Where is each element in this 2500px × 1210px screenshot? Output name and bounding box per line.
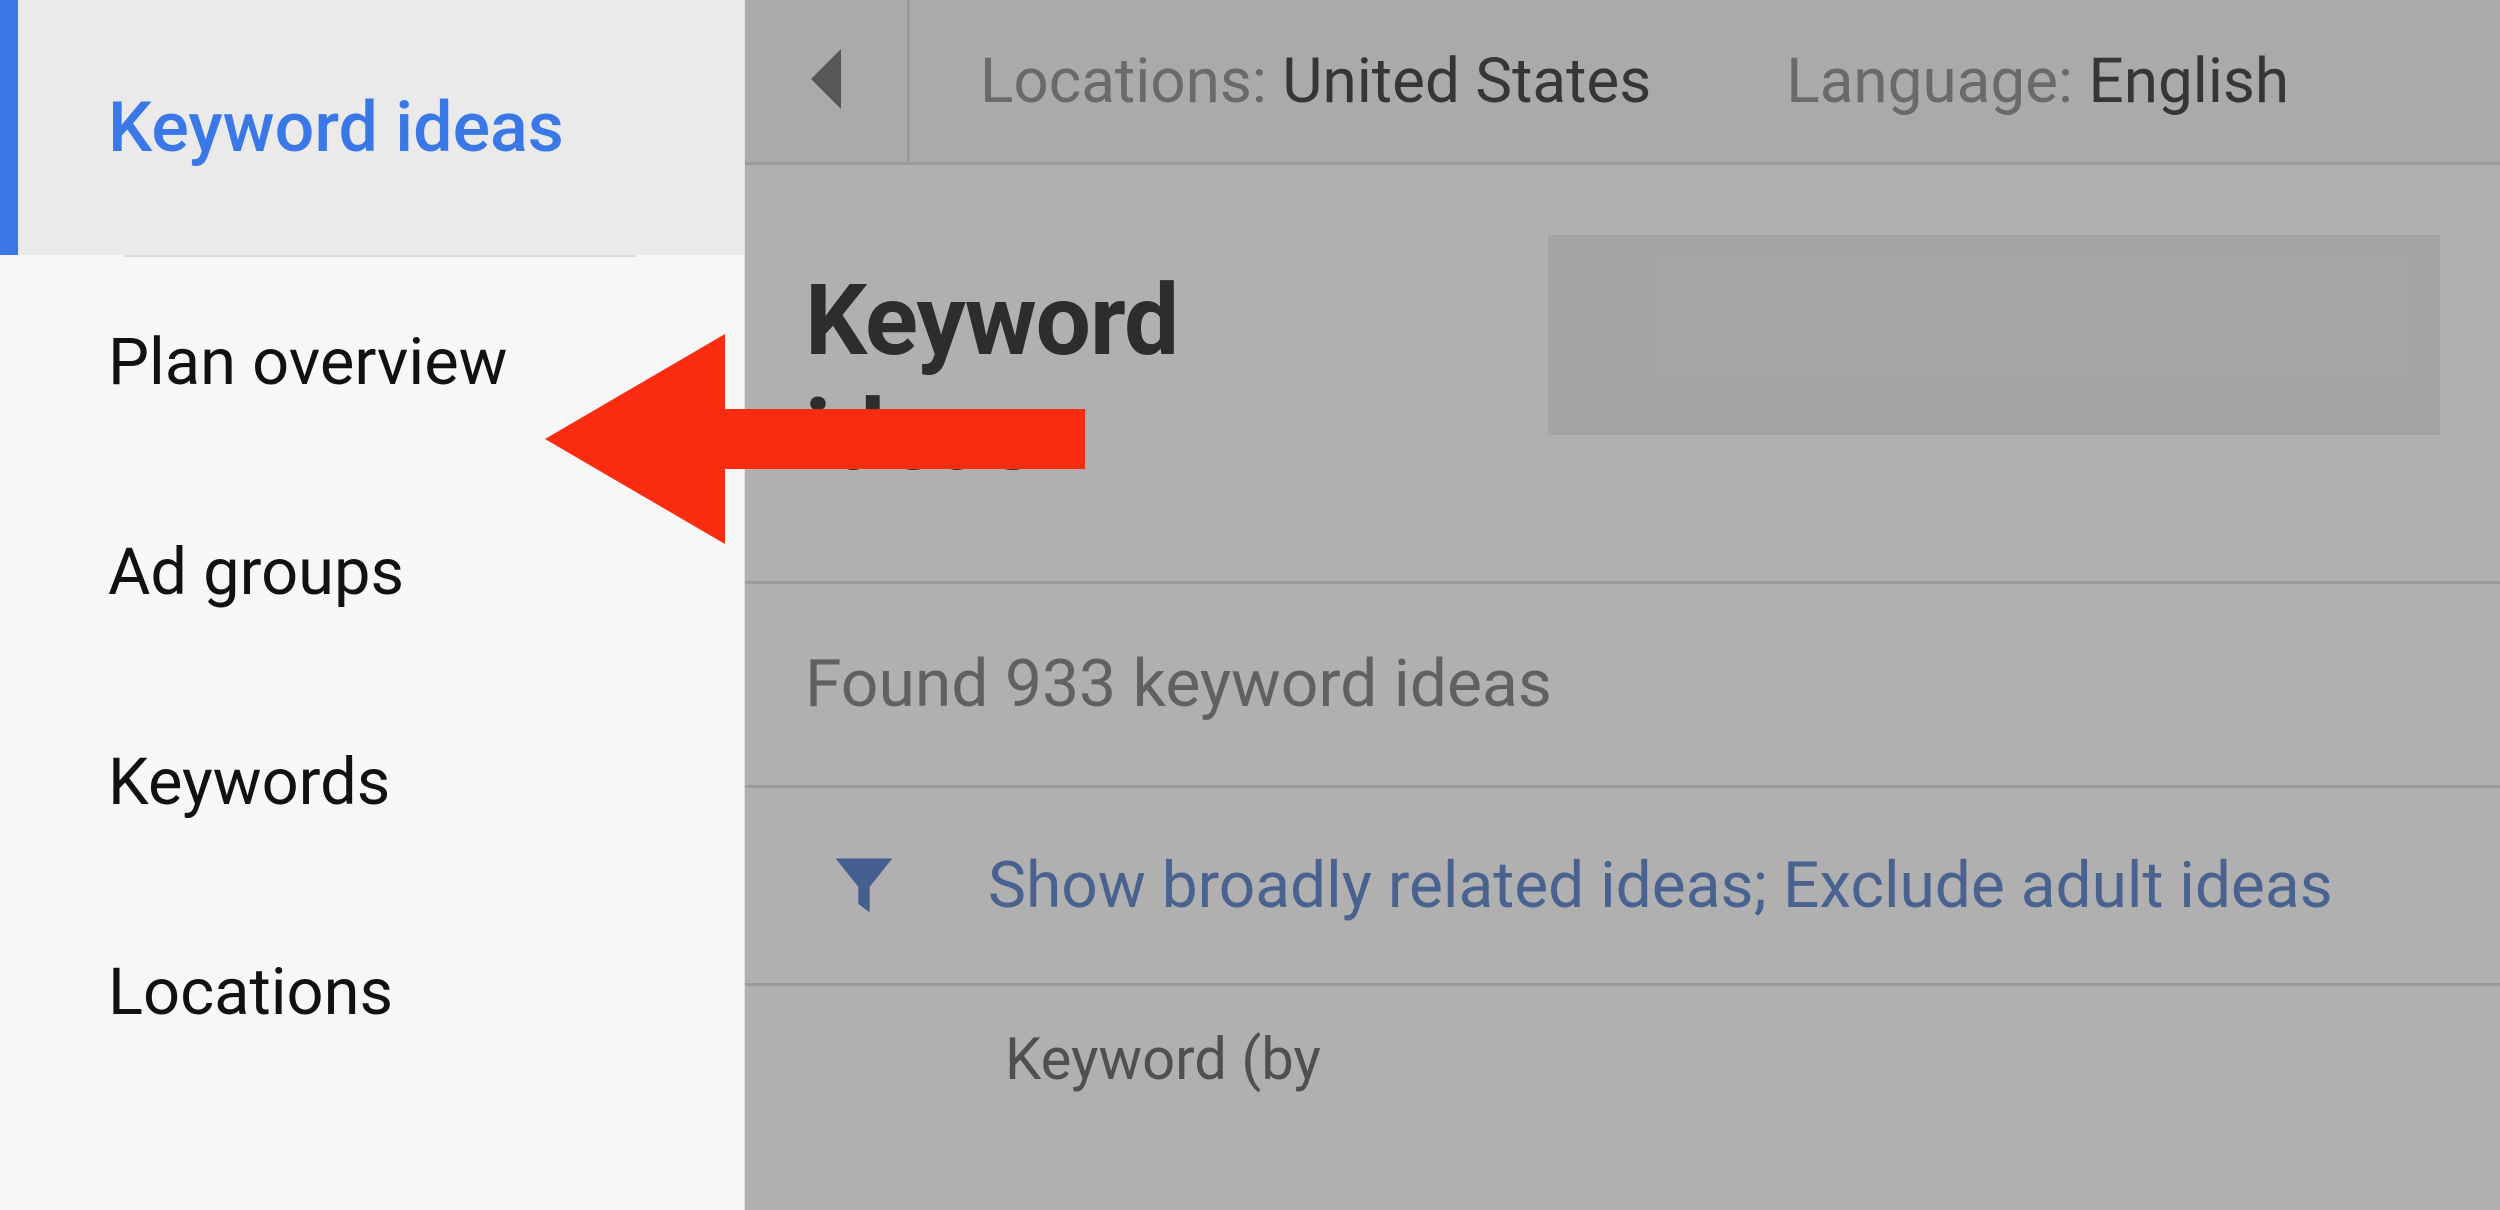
filter-icon [830,850,898,922]
language-value: English [2088,45,2289,118]
sidebar: Keyword ideas Plan overview Ad groups Ke… [0,0,745,1210]
table-header-row: Keyword (by [745,986,2500,1094]
locations-value: United States [1282,45,1651,118]
search-input[interactable] [1548,235,2440,435]
sidebar-item-label: Keywords [108,744,390,820]
sidebar-item-keywords[interactable]: Keywords [0,677,744,887]
locations-setting[interactable]: Locations: United States [980,45,1651,118]
toolbar-settings: Locations: United States Language: Engli… [910,45,2289,118]
filter-text: Show broadly related ideas; Exclude adul… [988,848,2333,923]
sidebar-item-keyword-ideas[interactable]: Keyword ideas [0,0,744,255]
sidebar-item-plan-overview[interactable]: Plan overview [0,257,744,467]
back-button[interactable] [745,0,910,162]
sidebar-item-ad-groups[interactable]: Ad groups [0,467,744,677]
sidebar-item-label: Ad groups [108,534,404,610]
filter-row[interactable]: Show broadly related ideas; Exclude adul… [745,788,2500,986]
language-label: Language: [1786,45,2088,118]
sidebar-item-locations[interactable]: Locations [0,887,744,1097]
sidebar-item-label: Locations [108,954,393,1030]
toolbar: Locations: United States Language: Engli… [745,0,2500,165]
main-content: Locations: United States Language: Engli… [745,0,2500,1210]
language-setting[interactable]: Language: English [1786,45,2289,118]
locations-label: Locations: [980,45,1282,118]
chevron-left-icon [808,49,844,113]
sidebar-item-label: Plan overview [108,324,508,400]
header-row: Keyword ideas [745,165,2500,584]
found-count: Found 933 keyword ideas [745,584,2500,788]
column-header-keyword[interactable]: Keyword (by [1005,1026,1321,1094]
sidebar-item-label: Keyword ideas [108,87,564,169]
page-title: Keyword ideas [805,263,1428,493]
